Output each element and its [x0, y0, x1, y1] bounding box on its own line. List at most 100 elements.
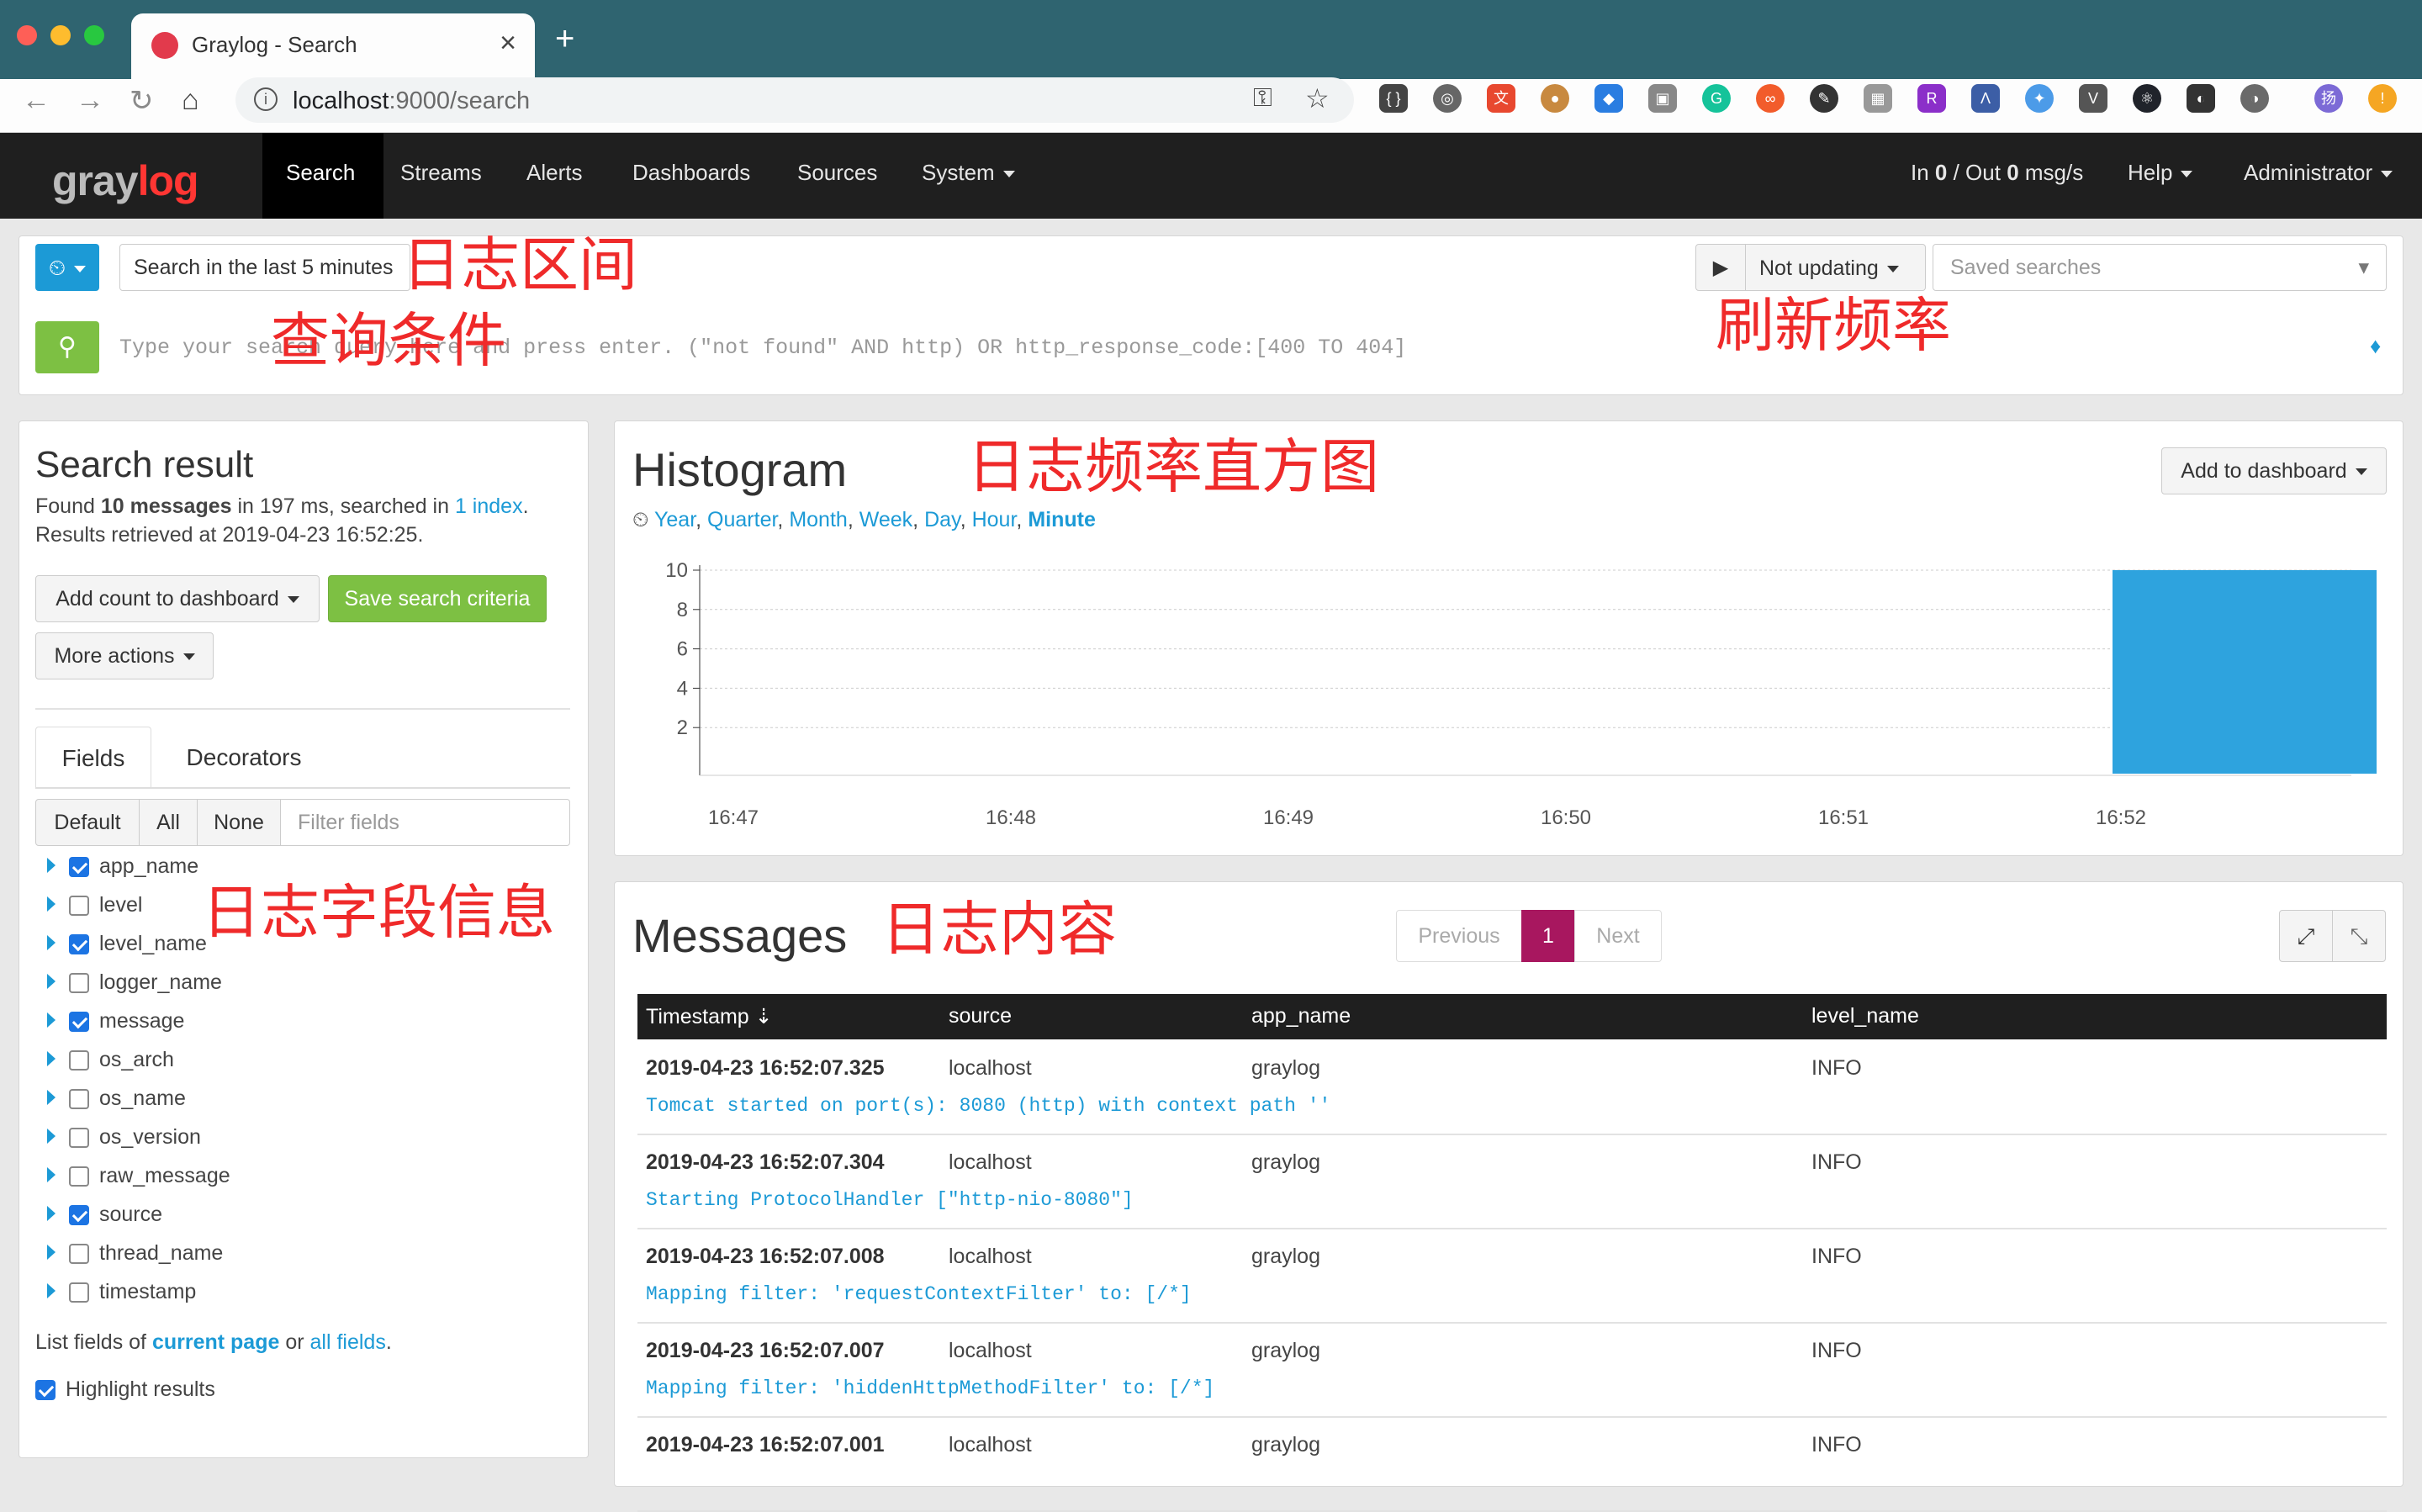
resolution-week[interactable]: Week [859, 508, 912, 531]
table-row[interactable]: 2019-04-23 16:52:07.001 localhost graylog I… [637, 1418, 2387, 1512]
update-alert-icon[interactable]: ! [2368, 84, 2397, 113]
bookmark-star-icon[interactable]: ☆ [1305, 82, 1330, 114]
extension-lambda-icon[interactable]: Λ [1971, 84, 2000, 113]
field-checkbox[interactable] [69, 857, 89, 877]
column-timestamp[interactable]: Timestamp ⇣ [646, 1004, 773, 1029]
pagination-next[interactable]: Next [1574, 910, 1662, 962]
resolution-quarter[interactable]: Quarter [707, 508, 777, 531]
filter-none-button[interactable]: None [197, 799, 281, 846]
nav-sources[interactable]: Sources [797, 160, 877, 186]
field-checkbox[interactable] [69, 1244, 89, 1264]
table-row[interactable]: 2019-04-23 16:52:07.007 localhost graylog I… [637, 1324, 2387, 1418]
search-submit-button[interactable]: ⚲ [35, 321, 99, 373]
expand-triangle-icon[interactable] [47, 1129, 56, 1144]
reload-icon[interactable]: ↻ [130, 84, 154, 118]
extension-infinity-icon[interactable]: ∞ [1756, 84, 1785, 113]
expand-triangle-icon[interactable] [47, 1283, 56, 1298]
back-arrow-icon[interactable]: ← [22, 84, 50, 117]
resolution-year[interactable]: Year [654, 508, 695, 531]
field-checkbox[interactable] [69, 1089, 89, 1109]
tab-decorators[interactable]: Decorators [168, 727, 320, 789]
home-icon[interactable]: ⌂ [182, 84, 199, 117]
table-row[interactable]: 2019-04-23 16:52:07.304 localhost graylog I… [637, 1135, 2387, 1229]
extension-grammarly-icon[interactable]: G [1702, 84, 1731, 113]
collapse-icon[interactable]: ⤡ [2332, 910, 2386, 962]
close-tab-icon[interactable]: × [500, 27, 516, 60]
close-window-icon[interactable] [17, 25, 37, 45]
extension-vue-icon[interactable]: V [2079, 84, 2107, 113]
field-checkbox[interactable] [69, 1128, 89, 1148]
filter-fields-input[interactable]: Filter fields [280, 799, 570, 846]
column-level-name[interactable]: level_name [1811, 1004, 1919, 1028]
browser-tab[interactable]: Graylog - Search × [131, 13, 535, 79]
sort-desc-icon[interactable]: ⇣ [755, 1005, 773, 1028]
resolution-hour[interactable]: Hour [972, 508, 1017, 531]
lightbulb-icon[interactable]: ♦ [2370, 333, 2381, 359]
nav-streams[interactable]: Streams [400, 160, 482, 186]
save-search-criteria-button[interactable]: Save search criteria [328, 575, 547, 622]
address-bar[interactable]: i localhost:9000/search ⚿ ☆ [235, 77, 1354, 123]
extension-target-icon[interactable]: ◎ [1433, 84, 1462, 113]
extension-rp-icon[interactable]: R [1917, 84, 1946, 113]
extension-json-icon[interactable]: { } [1379, 84, 1408, 113]
extension-badge-icon[interactable]: ◐ [2187, 84, 2215, 113]
field-checkbox[interactable] [69, 1050, 89, 1071]
range-type-button[interactable]: ⏲ [35, 244, 99, 291]
field-checkbox[interactable] [69, 1282, 89, 1303]
extension-qr-icon[interactable]: ▦ [1864, 84, 1892, 113]
expand-triangle-icon[interactable] [47, 1012, 56, 1028]
key-icon[interactable]: ⚿ [1253, 84, 1272, 113]
table-row[interactable]: 2019-04-23 16:52:07.008 localhost graylog I… [637, 1229, 2387, 1324]
extension-diamond-icon[interactable]: ◆ [1594, 84, 1623, 113]
field-checkbox[interactable] [69, 973, 89, 993]
graylog-logo[interactable]: graylog [52, 156, 199, 205]
expand-triangle-icon[interactable] [47, 1245, 56, 1260]
current-page-link[interactable]: current page [152, 1330, 279, 1354]
nav-user-menu[interactable]: Administrator [2244, 160, 2393, 186]
expand-triangle-icon[interactable] [47, 1090, 56, 1105]
expand-triangle-icon[interactable] [47, 858, 56, 873]
more-actions-button[interactable]: More actions [35, 632, 214, 679]
extension-cookie-icon[interactable]: ● [1541, 84, 1569, 113]
expand-triangle-icon[interactable] [47, 1206, 56, 1221]
minimize-window-icon[interactable] [50, 25, 71, 45]
add-to-dashboard-button[interactable]: Add to dashboard [2161, 447, 2387, 494]
resolution-day[interactable]: Day [924, 508, 960, 531]
nav-search[interactable]: Search [286, 160, 355, 186]
filter-all-button[interactable]: All [139, 799, 198, 846]
all-fields-link[interactable]: all fields [310, 1330, 386, 1354]
extension-circle-icon[interactable]: ◑ [2240, 84, 2269, 113]
tab-fields[interactable]: Fields [35, 727, 151, 789]
table-row[interactable]: 2019-04-23 16:52:07.325 localhost graylog I… [637, 1041, 2387, 1135]
nav-dashboards[interactable]: Dashboards [632, 160, 750, 186]
field-checkbox[interactable] [69, 1205, 89, 1225]
extension-pen-icon[interactable]: ✎ [1810, 84, 1838, 113]
field-checkbox[interactable] [69, 1012, 89, 1032]
extension-camera-icon[interactable]: ▣ [1648, 84, 1677, 113]
extension-translate-icon[interactable]: 文 [1487, 84, 1515, 113]
expand-triangle-icon[interactable] [47, 1167, 56, 1182]
expand-triangle-icon[interactable] [47, 1051, 56, 1066]
field-checkbox[interactable] [69, 896, 89, 916]
expand-triangle-icon[interactable] [47, 935, 56, 950]
expand-triangle-icon[interactable] [47, 974, 56, 989]
maximize-window-icon[interactable] [84, 25, 104, 45]
resolution-month[interactable]: Month [789, 508, 847, 531]
saved-searches-select[interactable]: Saved searches ▾ [1933, 244, 2387, 291]
column-app-name[interactable]: app_name [1251, 1004, 1351, 1028]
new-tab-icon[interactable]: + [555, 20, 574, 58]
expand-triangle-icon[interactable] [47, 896, 56, 912]
filter-default-button[interactable]: Default [35, 799, 140, 846]
extension-react-icon[interactable]: ⚛ [2133, 84, 2161, 113]
expand-icon[interactable]: ⤢ [2279, 910, 2333, 962]
add-count-to-dashboard-button[interactable]: Add count to dashboard [35, 575, 320, 622]
site-info-icon[interactable]: i [254, 87, 278, 111]
pagination-previous[interactable]: Previous [1396, 910, 1522, 962]
field-checkbox[interactable] [69, 1166, 89, 1187]
profile-avatar-icon[interactable]: 扬 [2314, 84, 2343, 113]
column-source[interactable]: source [949, 1004, 1012, 1028]
index-link[interactable]: 1 index [455, 494, 523, 518]
nav-system[interactable]: System [922, 160, 1015, 186]
nav-help[interactable]: Help [2128, 160, 2193, 186]
resolution-minute[interactable]: Minute [1028, 508, 1096, 531]
